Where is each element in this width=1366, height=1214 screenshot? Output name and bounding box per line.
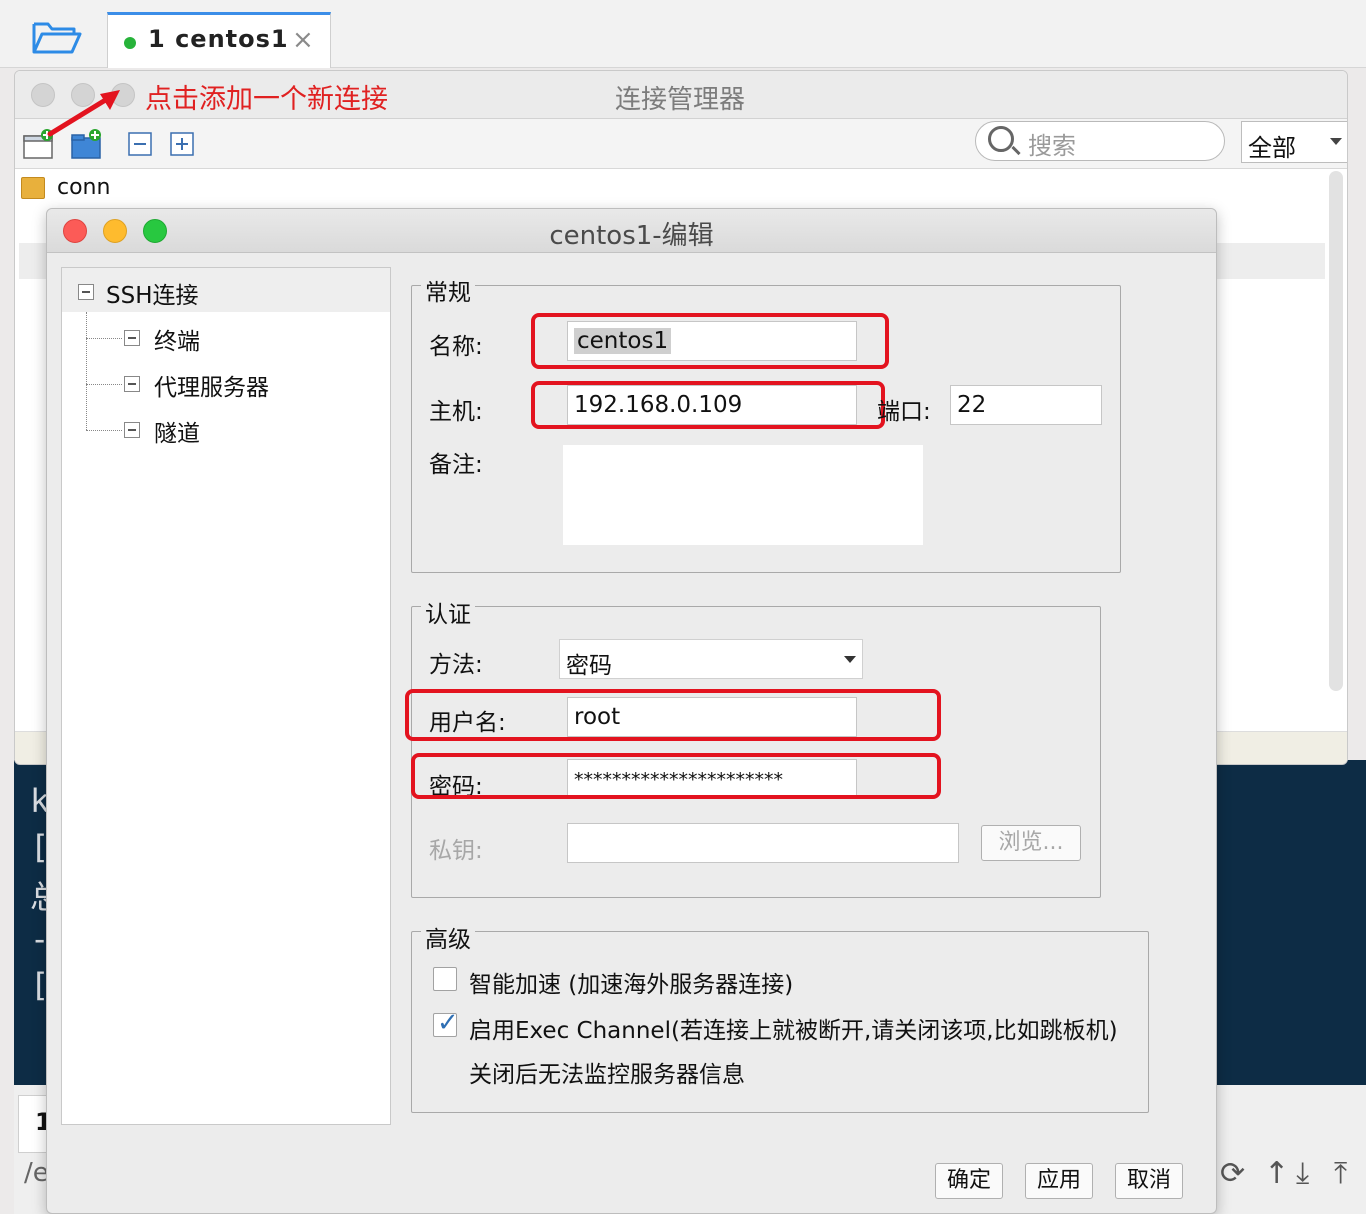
upload-icon[interactable]: ⤒ (1334, 1156, 1347, 1191)
smart-accel-label: 智能加速 (加速海外服务器连接) (469, 972, 794, 998)
session-tab-bar: 1 centos1 × (0, 0, 1366, 68)
annotation-highlight (411, 753, 941, 799)
tree-guide (86, 312, 87, 430)
chevron-down-icon (844, 656, 856, 663)
private-key-label: 私钥: (429, 838, 483, 864)
session-tab-centos1[interactable]: 1 centos1 × (107, 12, 331, 68)
edit-connection-dialog: centos1-编辑 SSH连接 终端 代理服务器 隧道 常规 名称: cent… (46, 208, 1217, 1214)
settings-nav-tree: SSH连接 终端 代理服务器 隧道 (61, 267, 391, 1125)
nav-item-label: SSH连接 (106, 283, 199, 309)
folder-open-icon (32, 22, 82, 54)
exec-channel-label: 启用Exec Channel(若连接上就被断开,请关闭该项,比如跳板机) (469, 1018, 1118, 1044)
browse-button[interactable]: 浏览... (981, 825, 1081, 861)
host-label: 主机: (429, 399, 483, 425)
collapse-node-icon[interactable] (78, 284, 94, 300)
collapse-node-icon[interactable] (124, 422, 140, 438)
expand-all-button[interactable] (167, 129, 199, 159)
note-textarea[interactable] (563, 445, 923, 545)
scrollbar[interactable] (1329, 171, 1343, 691)
nav-item-label: 终端 (154, 329, 200, 355)
advanced-group-title: 高级 (421, 920, 475, 954)
annotation-highlight (531, 313, 889, 369)
annotation-highlight (531, 381, 885, 429)
search-placeholder: 搜索 (1028, 132, 1076, 160)
collapse-node-icon[interactable] (124, 376, 140, 392)
close-icon[interactable]: × (292, 25, 314, 55)
exec-channel-checkbox[interactable]: ✓ (433, 1008, 459, 1038)
expand-icon (170, 132, 194, 156)
method-select[interactable]: 密码 (559, 639, 863, 679)
manager-toolbar: 搜索 全部 (15, 119, 1347, 169)
cancel-button[interactable]: 取消 (1115, 1163, 1183, 1199)
manager-title: 连接管理器 (615, 85, 746, 115)
search-icon (988, 126, 1014, 152)
download-icon[interactable]: ⤓ (1296, 1156, 1309, 1191)
arrow-up-icon[interactable]: ↑ (1264, 1156, 1289, 1191)
nav-item-tunnel[interactable]: 隧道 (122, 412, 382, 452)
manager-titlebar: 点击添加一个新连接 连接管理器 (15, 71, 1347, 119)
nav-item-proxy[interactable]: 代理服务器 (122, 366, 382, 406)
auth-group-title: 认证 (421, 595, 475, 629)
tree-item-conn[interactable]: conn (21, 175, 110, 200)
dialog-titlebar: centos1-编辑 (47, 209, 1216, 253)
open-folder-button[interactable] (30, 18, 82, 58)
search-input[interactable]: 搜索 (975, 121, 1225, 161)
collapse-node-icon[interactable] (124, 330, 140, 346)
annotation-arrow-icon (47, 90, 120, 137)
method-label: 方法: (429, 652, 483, 678)
nav-item-label: 隧道 (154, 421, 200, 447)
method-value: 密码 (566, 653, 612, 679)
folder-icon (21, 177, 45, 199)
tree-guide (86, 430, 122, 431)
filter-select[interactable]: 全部 (1241, 121, 1347, 163)
port-label: 端口: (877, 399, 931, 425)
annotation-hint: 点击添加一个新连接 (145, 84, 388, 115)
connected-status-dot (124, 37, 136, 49)
dialog-title: centos1-编辑 (549, 221, 714, 251)
tree-guide (86, 338, 122, 339)
note-label: 备注: (429, 452, 483, 478)
exec-channel-note: 关闭后无法监控服务器信息 (469, 1062, 745, 1088)
smart-accel-checkbox[interactable] (433, 967, 457, 991)
nav-item-ssh[interactable]: SSH连接 (62, 268, 390, 312)
tree-item-label: conn (57, 175, 111, 200)
ok-button[interactable]: 确定 (935, 1163, 1003, 1199)
filter-value: 全部 (1248, 134, 1296, 162)
port-input[interactable]: 22 (950, 385, 1102, 425)
annotation-highlight (405, 689, 941, 741)
refresh-icon[interactable]: ⟳ (1220, 1156, 1245, 1191)
private-key-input[interactable] (567, 823, 959, 863)
general-group-title: 常规 (421, 273, 475, 307)
chevron-down-icon (1330, 138, 1342, 145)
session-tab-label: 1 centos1 (148, 25, 289, 53)
apply-button[interactable]: 应用 (1025, 1163, 1093, 1199)
name-label: 名称: (429, 334, 483, 360)
check-icon: ✓ (437, 1008, 459, 1038)
nav-item-label: 代理服务器 (154, 375, 269, 401)
tree-guide (86, 384, 122, 385)
nav-item-terminal[interactable]: 终端 (122, 320, 382, 360)
